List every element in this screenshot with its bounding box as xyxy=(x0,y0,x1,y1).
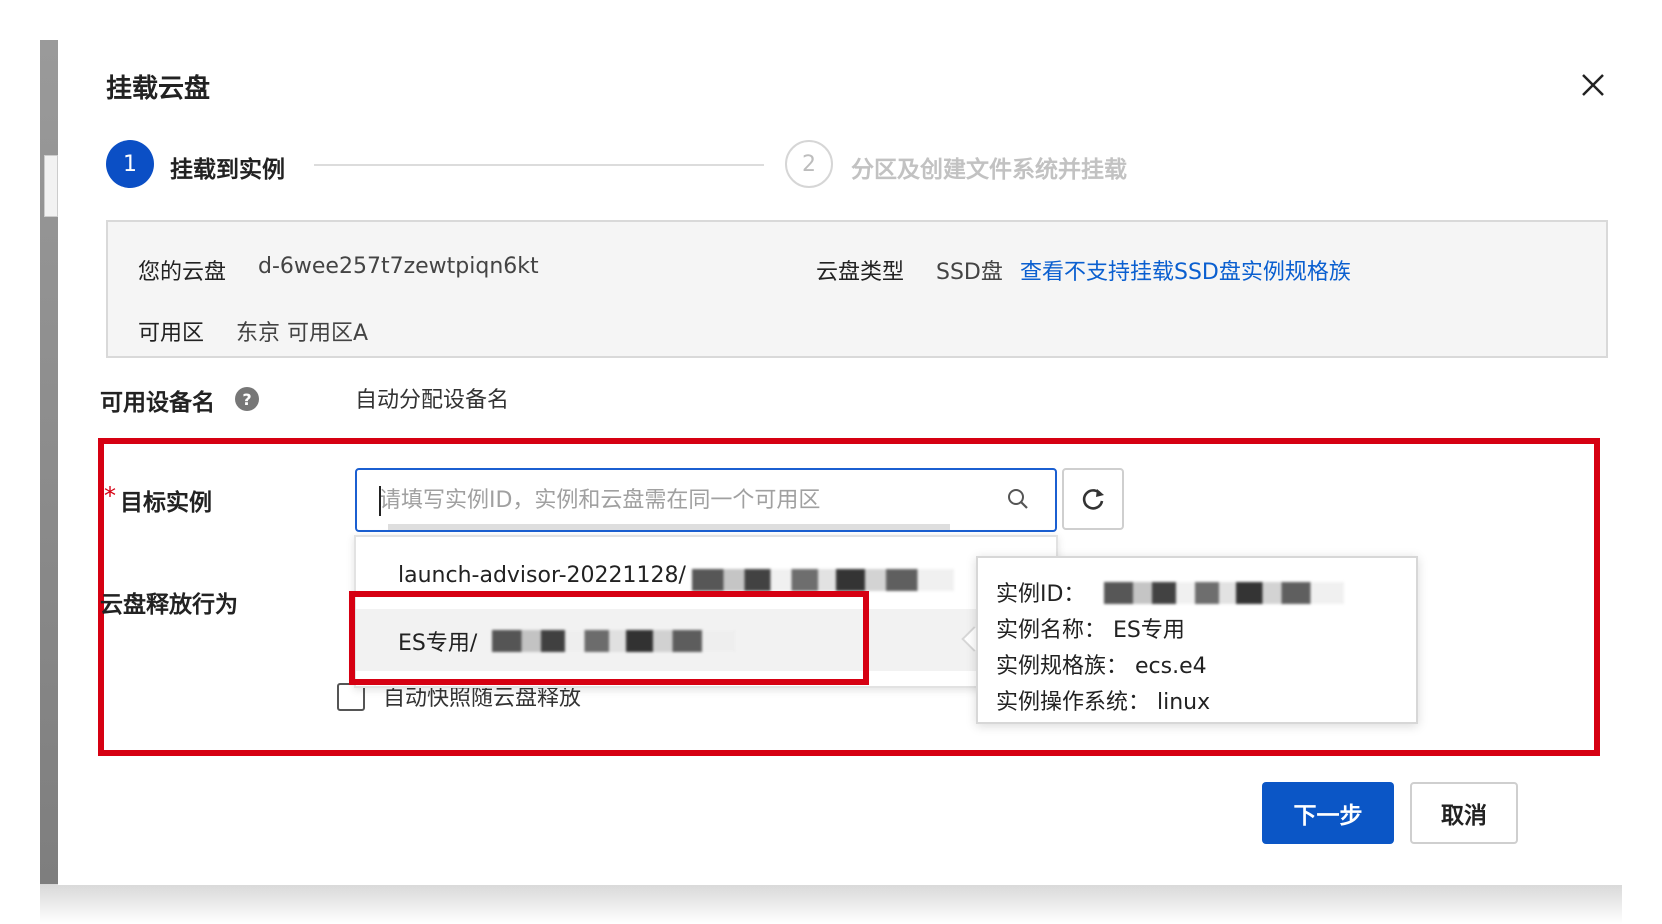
help-icon[interactable]: ? xyxy=(235,387,259,411)
unsupported-families-link[interactable]: 查看不支持挂载SSD盘实例规格族 xyxy=(1020,254,1351,286)
popover-instance-id: 实例ID： xyxy=(996,582,1086,607)
instance-search-input[interactable] xyxy=(379,482,989,518)
disk-type-value: SSD盘 xyxy=(936,260,1003,285)
dialog-shadow xyxy=(40,884,1622,924)
required-mark: * xyxy=(104,482,116,510)
step-2-indicator: 2 xyxy=(785,140,833,188)
input-shadow xyxy=(388,524,950,530)
annotation-highlight xyxy=(349,591,869,685)
zone-label: 可用区 xyxy=(138,321,205,346)
redacted-text xyxy=(692,569,954,591)
instance-details-popover: 实例ID： 实例名称： ES专用 实例规格族： ecs.e4 实例操作系统： l… xyxy=(976,556,1418,724)
device-name-value: 自动分配设备名 xyxy=(355,388,510,413)
cancel-button[interactable]: 取消 xyxy=(1410,782,1518,844)
target-instance-label: 目标实例 xyxy=(120,490,212,516)
disk-type-label: 云盘类型 xyxy=(816,260,905,285)
disk-id-label: 您的云盘 xyxy=(138,260,227,285)
background-window-tab xyxy=(44,155,58,217)
release-behavior-label: 云盘释放行为 xyxy=(100,592,238,618)
instance-search-field[interactable] xyxy=(355,468,1057,532)
step-1-label: 挂载到实例 xyxy=(170,157,285,183)
text-caret xyxy=(379,486,381,516)
disk-id-value: d-6wee257t7zewtpiqn6kt xyxy=(258,254,539,279)
step-connector xyxy=(314,164,764,166)
next-button[interactable]: 下一步 xyxy=(1262,782,1394,844)
step-1-indicator: 1 xyxy=(106,140,154,188)
popover-instance-os: 实例操作系统： linux xyxy=(996,690,1211,715)
dropdown-item-label: launch-advisor-20221128/ xyxy=(398,563,686,588)
popover-instance-family: 实例规格族： ecs.e4 xyxy=(996,654,1207,679)
dialog-title: 挂载云盘 xyxy=(106,74,211,104)
disk-info-panel: 您的云盘 d-6wee257t7zewtpiqn6kt 云盘类型 SSD盘 查看… xyxy=(106,220,1608,358)
device-name-label: 可用设备名 xyxy=(100,390,215,416)
refresh-icon xyxy=(1082,489,1104,510)
popover-instance-name: 实例名称： ES专用 xyxy=(996,618,1185,643)
refresh-button[interactable] xyxy=(1062,468,1124,530)
redacted-text xyxy=(1104,582,1344,604)
zone-value: 东京 可用区A xyxy=(236,321,369,346)
search-icon[interactable] xyxy=(1005,486,1031,512)
close-icon[interactable] xyxy=(1578,70,1608,100)
attach-disk-dialog: 挂载云盘 1 挂载到实例 2 分区及创建文件系统并挂载 您的云盘 d-6wee2… xyxy=(58,40,1622,885)
step-2-label: 分区及创建文件系统并挂载 xyxy=(851,157,1127,183)
